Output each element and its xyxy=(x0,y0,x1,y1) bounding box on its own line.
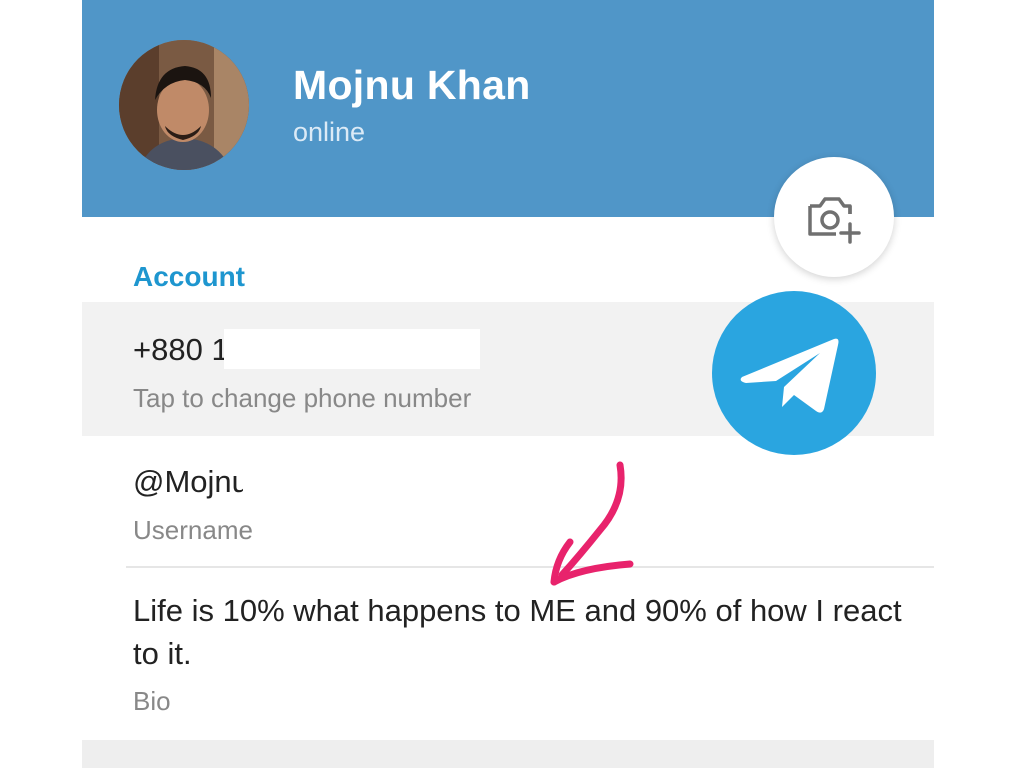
paper-plane-icon xyxy=(740,338,839,413)
profile-name: Mojnu Khan xyxy=(293,62,531,108)
section-separator xyxy=(82,740,934,768)
username-label: Username xyxy=(133,515,253,545)
bio-text: Life is 10% what happens to ME and 90% o… xyxy=(133,593,902,671)
phone-hint: Tap to change phone number xyxy=(133,383,472,413)
set-photo-button[interactable] xyxy=(774,157,894,277)
camera-add-icon xyxy=(808,197,861,244)
avatar[interactable] xyxy=(119,40,249,170)
telegram-logo xyxy=(712,291,876,455)
username-value: @Mojnu xyxy=(133,464,243,499)
online-status: online xyxy=(293,117,366,147)
avatar-photo xyxy=(119,40,249,170)
redaction-box xyxy=(224,329,480,369)
username-row[interactable]: @Mojnu Username xyxy=(82,437,934,567)
bio-row[interactable]: Life is 10% what happens to ME and 90% o… xyxy=(82,568,934,740)
pink-arrow-annotation xyxy=(550,461,634,586)
phone-number: +880 1 xyxy=(133,332,229,367)
bio-label: Bio xyxy=(133,686,171,716)
account-section-title: Account xyxy=(133,261,245,292)
